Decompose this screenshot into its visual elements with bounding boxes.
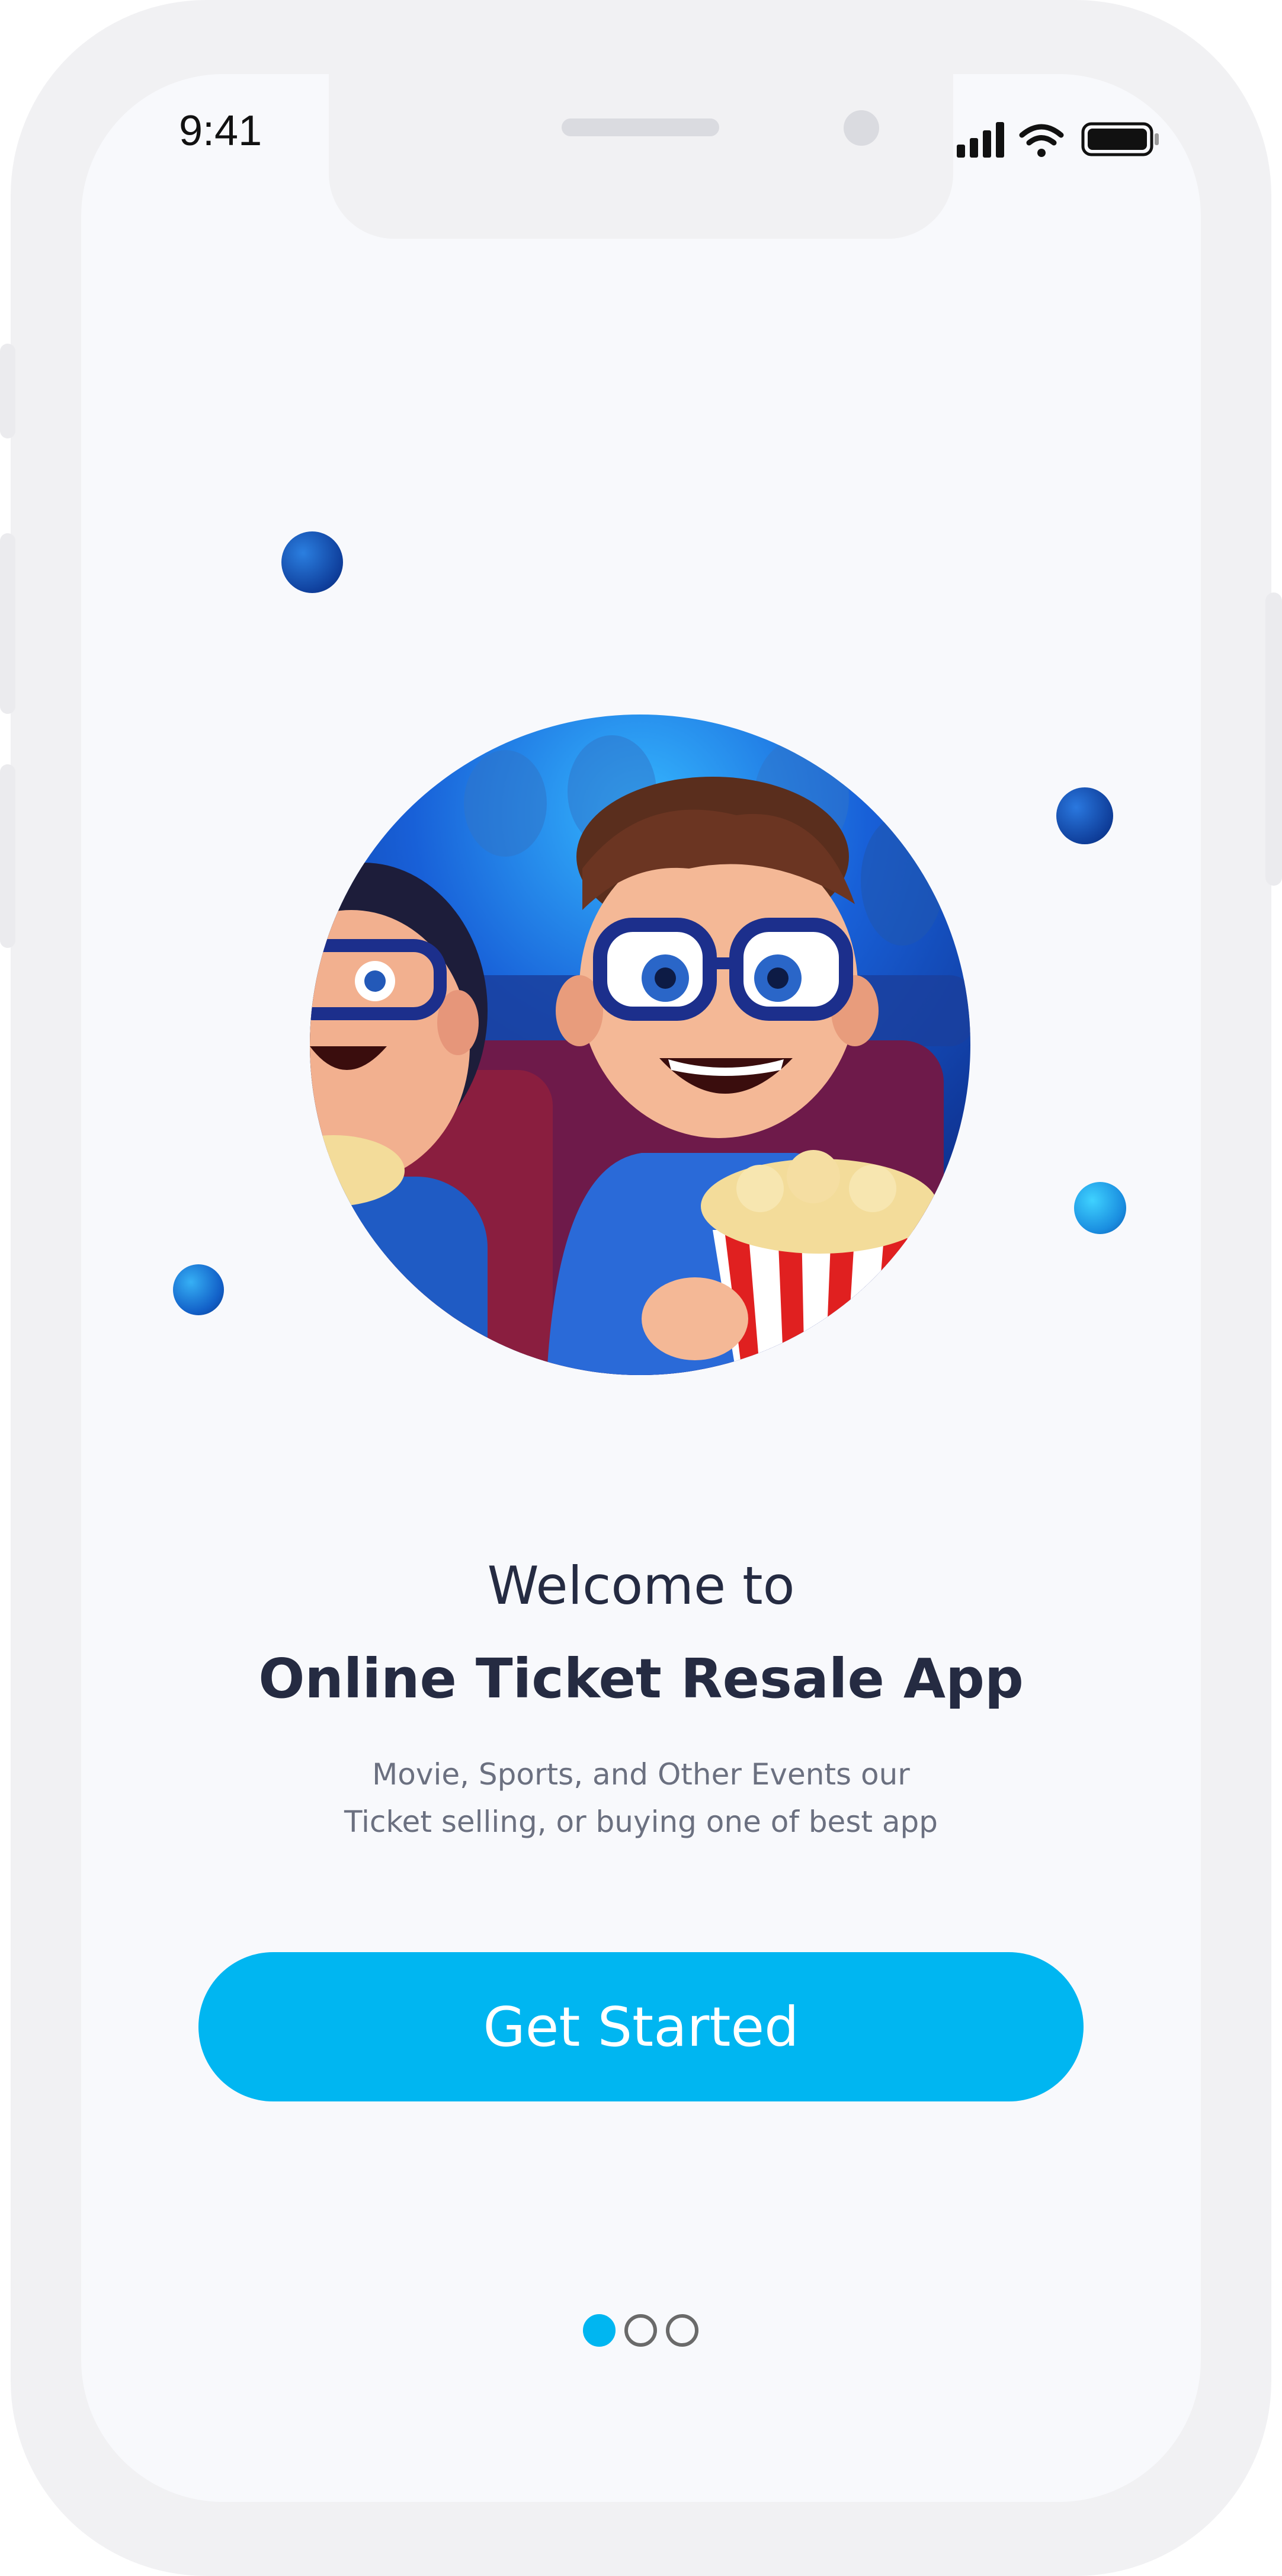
- speaker-grille: [562, 118, 719, 136]
- welcome-heading: Welcome to: [487, 1555, 795, 1616]
- pagination-dot-active[interactable]: [583, 2314, 616, 2347]
- welcome-subtitle: Movie, Sports, and Other Events our Tick…: [81, 1751, 1201, 1846]
- pagination-dot[interactable]: [624, 2314, 657, 2347]
- get-started-button[interactable]: Get Started: [198, 1952, 1084, 2101]
- hero-cinema-illustration: [310, 715, 970, 1375]
- cinema-bubble-decoration: [173, 1264, 224, 1315]
- wifi-icon: [1019, 124, 1064, 157]
- status-time: 9:41: [179, 107, 262, 155]
- volume-down-button: [0, 764, 15, 948]
- mute-switch: [0, 344, 15, 438]
- front-camera: [844, 110, 879, 146]
- phone-screen: 9:41 Welcome to Online Ticket Resale App…: [81, 74, 1201, 2502]
- pagination-dot[interactable]: [666, 2314, 698, 2347]
- signal-icon: [957, 122, 1004, 158]
- cinema-audience-illustration: [310, 735, 970, 1375]
- status-icons: [957, 122, 1159, 158]
- cinema-bubble-decoration: [281, 531, 343, 593]
- subtitle-line: Ticket selling, or buying one of best ap…: [344, 1805, 938, 1839]
- app-title: Online Ticket Resale App: [258, 1647, 1024, 1710]
- battery-icon: [1081, 122, 1159, 156]
- volume-up-button: [0, 533, 15, 714]
- power-button: [1265, 592, 1282, 886]
- cinema-bubble-decoration: [1056, 787, 1113, 844]
- cinema-bubble-decoration: [1074, 1182, 1126, 1234]
- subtitle-line: Movie, Sports, and Other Events our: [372, 1757, 910, 1792]
- pagination-dots: [583, 2314, 698, 2347]
- notch: [329, 74, 953, 239]
